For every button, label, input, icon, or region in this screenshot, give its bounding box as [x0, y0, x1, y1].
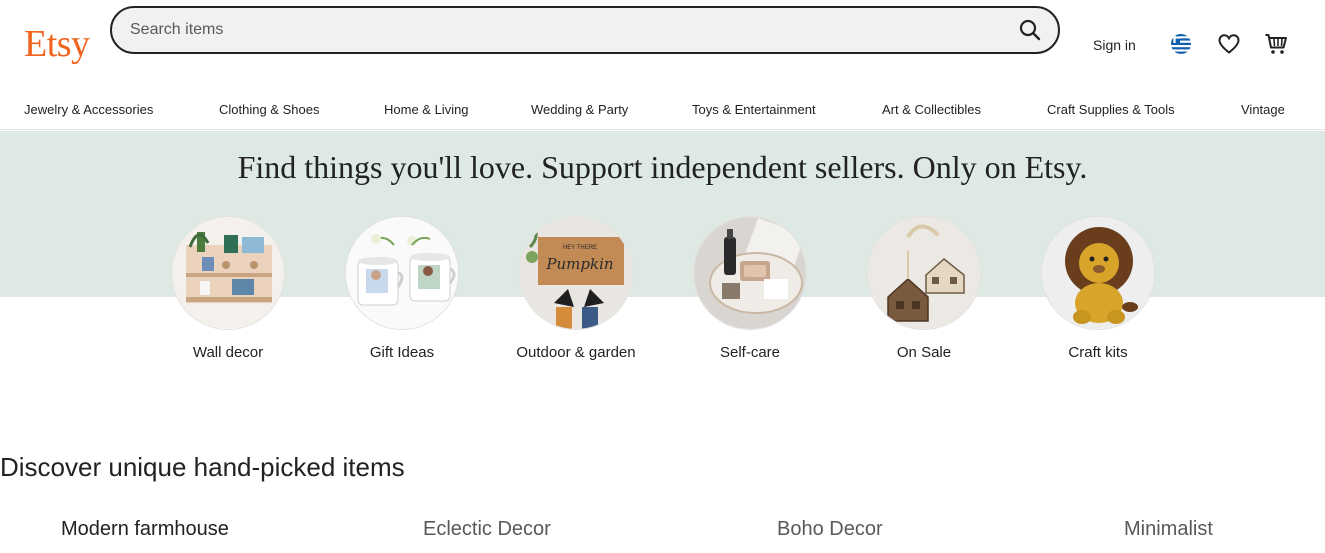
circle-item-on-sale[interactable]: On Sale: [867, 216, 981, 363]
circle-item-wall-decor[interactable]: Wall decor: [171, 216, 285, 363]
cart-button[interactable]: [1264, 32, 1288, 56]
search-button[interactable]: [1014, 14, 1046, 46]
craft-kits-label: Craft kits: [1068, 344, 1128, 361]
tab-modern-farmhouse[interactable]: Modern farmhouse: [61, 518, 229, 541]
wall-decor-image: [171, 216, 285, 330]
self-care-image: [693, 216, 807, 330]
circle-item-gift-ideas[interactable]: Gift Ideas: [345, 216, 459, 363]
nav-jewelry-accessories[interactable]: Jewelry & Accessories: [24, 102, 153, 117]
search-input[interactable]: [130, 8, 990, 52]
tab-boho-decor[interactable]: Boho Decor: [777, 518, 883, 541]
craft-kits-image: [1041, 216, 1155, 330]
wall-decor-label: Wall decor: [192, 344, 264, 361]
circle-item-outdoor-garden[interactable]: HEY THERE Pumpkin Outdoor & garden: [516, 216, 636, 363]
on-sale-label: On Sale: [896, 344, 952, 361]
region-button[interactable]: [1169, 32, 1193, 56]
greek-flag-icon: [1171, 34, 1191, 54]
etsy-logo[interactable]: Etsy: [24, 22, 90, 66]
doormat-small-text: HEY THERE: [563, 245, 597, 251]
circle-item-self-care[interactable]: Self-care: [693, 216, 807, 363]
doormat-big-text: Pumpkin: [545, 255, 613, 273]
self-care-label: Self-care: [719, 344, 781, 361]
hero-title: Find things you'll love. Support indepen…: [237, 149, 1088, 185]
heart-icon: [1218, 34, 1240, 54]
gift-ideas-image: [345, 216, 459, 330]
on-sale-image: [867, 216, 981, 330]
favorites-button[interactable]: [1217, 32, 1241, 56]
search-bar: [110, 6, 1060, 54]
circle-item-craft-kits[interactable]: Craft kits: [1041, 216, 1155, 363]
outdoor-garden-label: Outdoor & garden: [516, 344, 636, 361]
nav-wedding-party[interactable]: Wedding & Party: [531, 102, 628, 117]
nav-clothing-shoes[interactable]: Clothing & Shoes: [219, 102, 319, 117]
gift-ideas-label: Gift Ideas: [369, 344, 435, 361]
nav-art-collectibles[interactable]: Art & Collectibles: [882, 102, 981, 117]
site-header: Etsy Sign in: [0, 0, 1325, 90]
outdoor-garden-image: HEY THERE Pumpkin: [519, 216, 633, 330]
discover-heading: Discover unique hand-picked items: [0, 452, 405, 482]
cart-icon: [1265, 34, 1287, 54]
tab-eclectic-decor[interactable]: Eclectic Decor: [423, 518, 551, 541]
search-icon: [1019, 19, 1041, 41]
nav-home-living[interactable]: Home & Living: [384, 102, 469, 117]
tab-minimalist[interactable]: Minimalist: [1124, 518, 1213, 541]
nav-craft-supplies-tools[interactable]: Craft Supplies & Tools: [1047, 102, 1175, 117]
category-nav: Jewelry & Accessories Clothing & Shoes H…: [0, 92, 1325, 130]
sign-in-link[interactable]: Sign in: [1093, 37, 1136, 53]
nav-toys-entertainment[interactable]: Toys & Entertainment: [692, 102, 816, 117]
nav-vintage[interactable]: Vintage: [1241, 102, 1285, 117]
